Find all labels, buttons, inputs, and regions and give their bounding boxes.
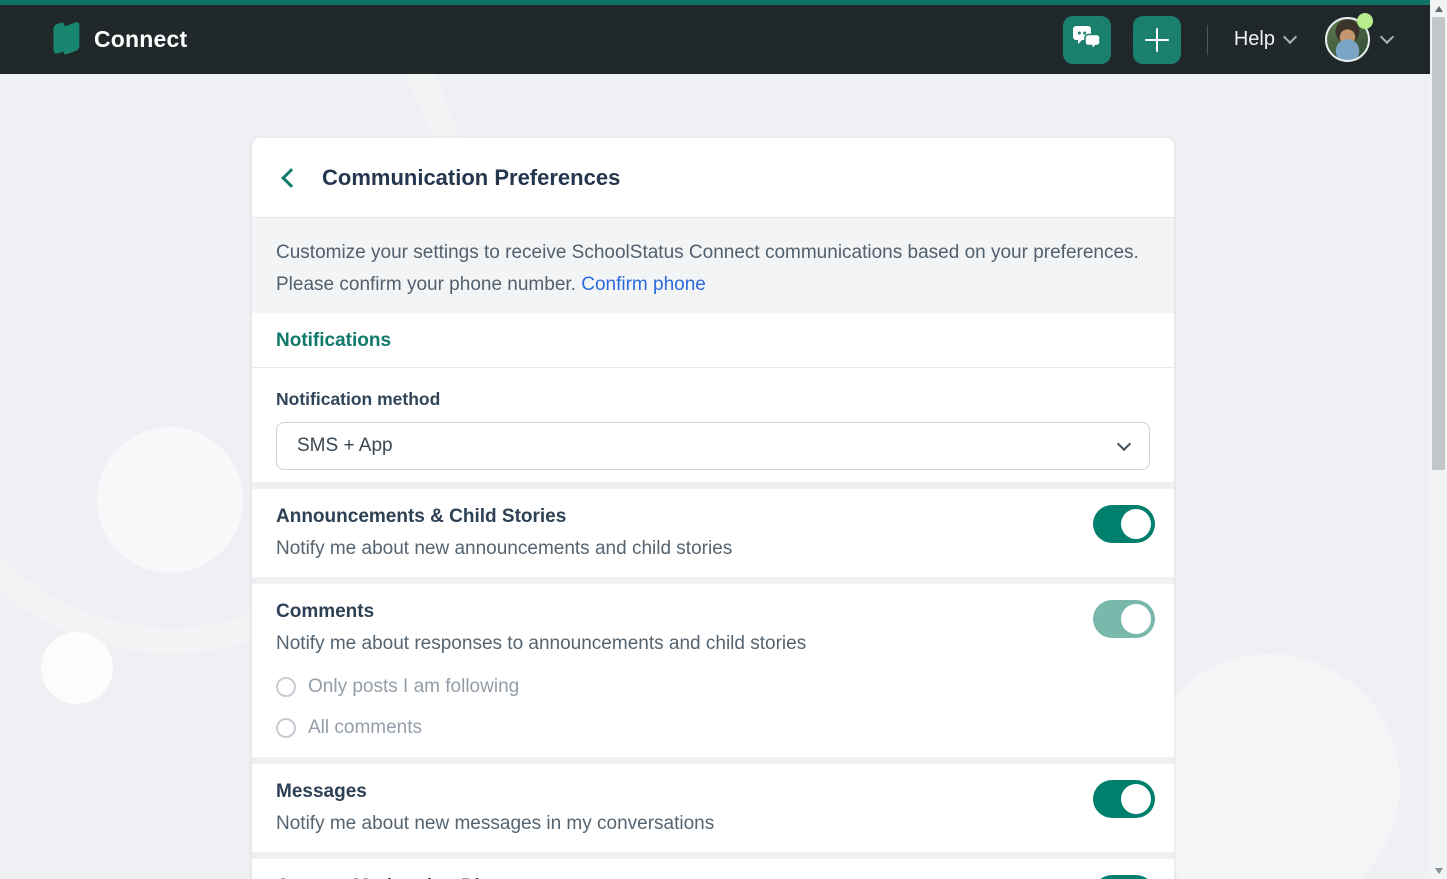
decorative-circle — [97, 427, 243, 573]
row-title: Comments — [276, 600, 1150, 624]
row-subtitle: Notify me about new announcements and ch… — [276, 537, 1150, 561]
navbar-divider — [1207, 25, 1208, 55]
chat-bubbles-icon — [1072, 23, 1102, 56]
comments-options: Only posts I am following All comments — [276, 674, 1150, 741]
intro-text: Customize your settings to receive Schoo… — [276, 242, 1139, 295]
communication-preferences-card: Communication Preferences Customize your… — [252, 138, 1174, 879]
content-moderation-digest-row: Content Moderation Digest — [252, 859, 1174, 879]
scroll-down-button[interactable] — [1430, 862, 1447, 879]
row-title: Messages — [276, 780, 1150, 804]
decorative-circle — [41, 632, 113, 704]
radio-icon — [276, 718, 296, 738]
row-separator — [252, 577, 1174, 584]
row-title: Announcements & Child Stories — [276, 505, 1150, 529]
card-header: Communication Preferences — [252, 138, 1174, 217]
row-title: Content Moderation Digest — [276, 875, 1150, 879]
page-title: Communication Preferences — [322, 165, 620, 191]
radio-label: All comments — [308, 715, 422, 741]
row-subtitle: Notify me about new messages in my conve… — [276, 812, 1150, 836]
notification-method-label: Notification method — [276, 388, 1150, 410]
scroll-up-arrow-icon — [1435, 6, 1443, 12]
page-background: Communication Preferences Customize your… — [0, 74, 1430, 879]
intro-banner: Customize your settings to receive Schoo… — [252, 217, 1174, 313]
back-button[interactable] — [281, 168, 301, 188]
radio-only-posts-following[interactable]: Only posts I am following — [276, 674, 1150, 700]
scrollbar-thumb[interactable] — [1432, 17, 1445, 470]
chevron-down-icon — [1380, 30, 1394, 44]
confirm-phone-link[interactable]: Confirm phone — [581, 274, 706, 295]
brand[interactable]: Connect — [44, 17, 187, 62]
radio-icon — [276, 677, 296, 697]
announcements-toggle[interactable] — [1093, 505, 1155, 543]
radio-all-comments[interactable]: All comments — [276, 715, 1150, 741]
help-menu[interactable]: Help — [1234, 28, 1295, 51]
top-navigation-bar: Connect Help — [0, 0, 1430, 74]
messages-button[interactable] — [1063, 16, 1111, 64]
vertical-scrollbar[interactable] — [1430, 0, 1447, 879]
plus-icon — [1145, 28, 1169, 52]
book-logo-icon — [44, 17, 82, 62]
row-subtitle: Notify me about responses to announcemen… — [276, 632, 1150, 656]
brand-name: Connect — [94, 26, 187, 53]
scroll-up-button[interactable] — [1430, 0, 1447, 17]
comments-toggle[interactable] — [1093, 600, 1155, 638]
notification-method-select[interactable]: SMS + App — [276, 422, 1150, 470]
help-label: Help — [1234, 28, 1275, 51]
row-separator — [252, 482, 1174, 489]
messages-row: Messages Notify me about new messages in… — [252, 764, 1174, 852]
user-menu[interactable] — [1325, 17, 1370, 62]
online-status-dot — [1357, 13, 1373, 29]
messages-toggle[interactable] — [1093, 780, 1155, 818]
row-separator — [252, 852, 1174, 859]
comments-row: Comments Notify me about responses to an… — [252, 584, 1174, 757]
announcements-row: Announcements & Child Stories Notify me … — [252, 489, 1174, 577]
notifications-section-title: Notifications — [252, 313, 1174, 368]
scroll-down-arrow-icon — [1435, 868, 1443, 874]
create-new-button[interactable] — [1133, 16, 1181, 64]
decorative-circle — [1140, 654, 1400, 879]
selected-option: SMS + App — [297, 435, 393, 457]
chevron-down-icon — [1117, 436, 1131, 450]
radio-label: Only posts I am following — [308, 674, 519, 700]
chevron-down-icon — [1283, 30, 1297, 44]
notification-method-block: Notification method SMS + App — [252, 368, 1174, 482]
row-separator — [252, 757, 1174, 764]
